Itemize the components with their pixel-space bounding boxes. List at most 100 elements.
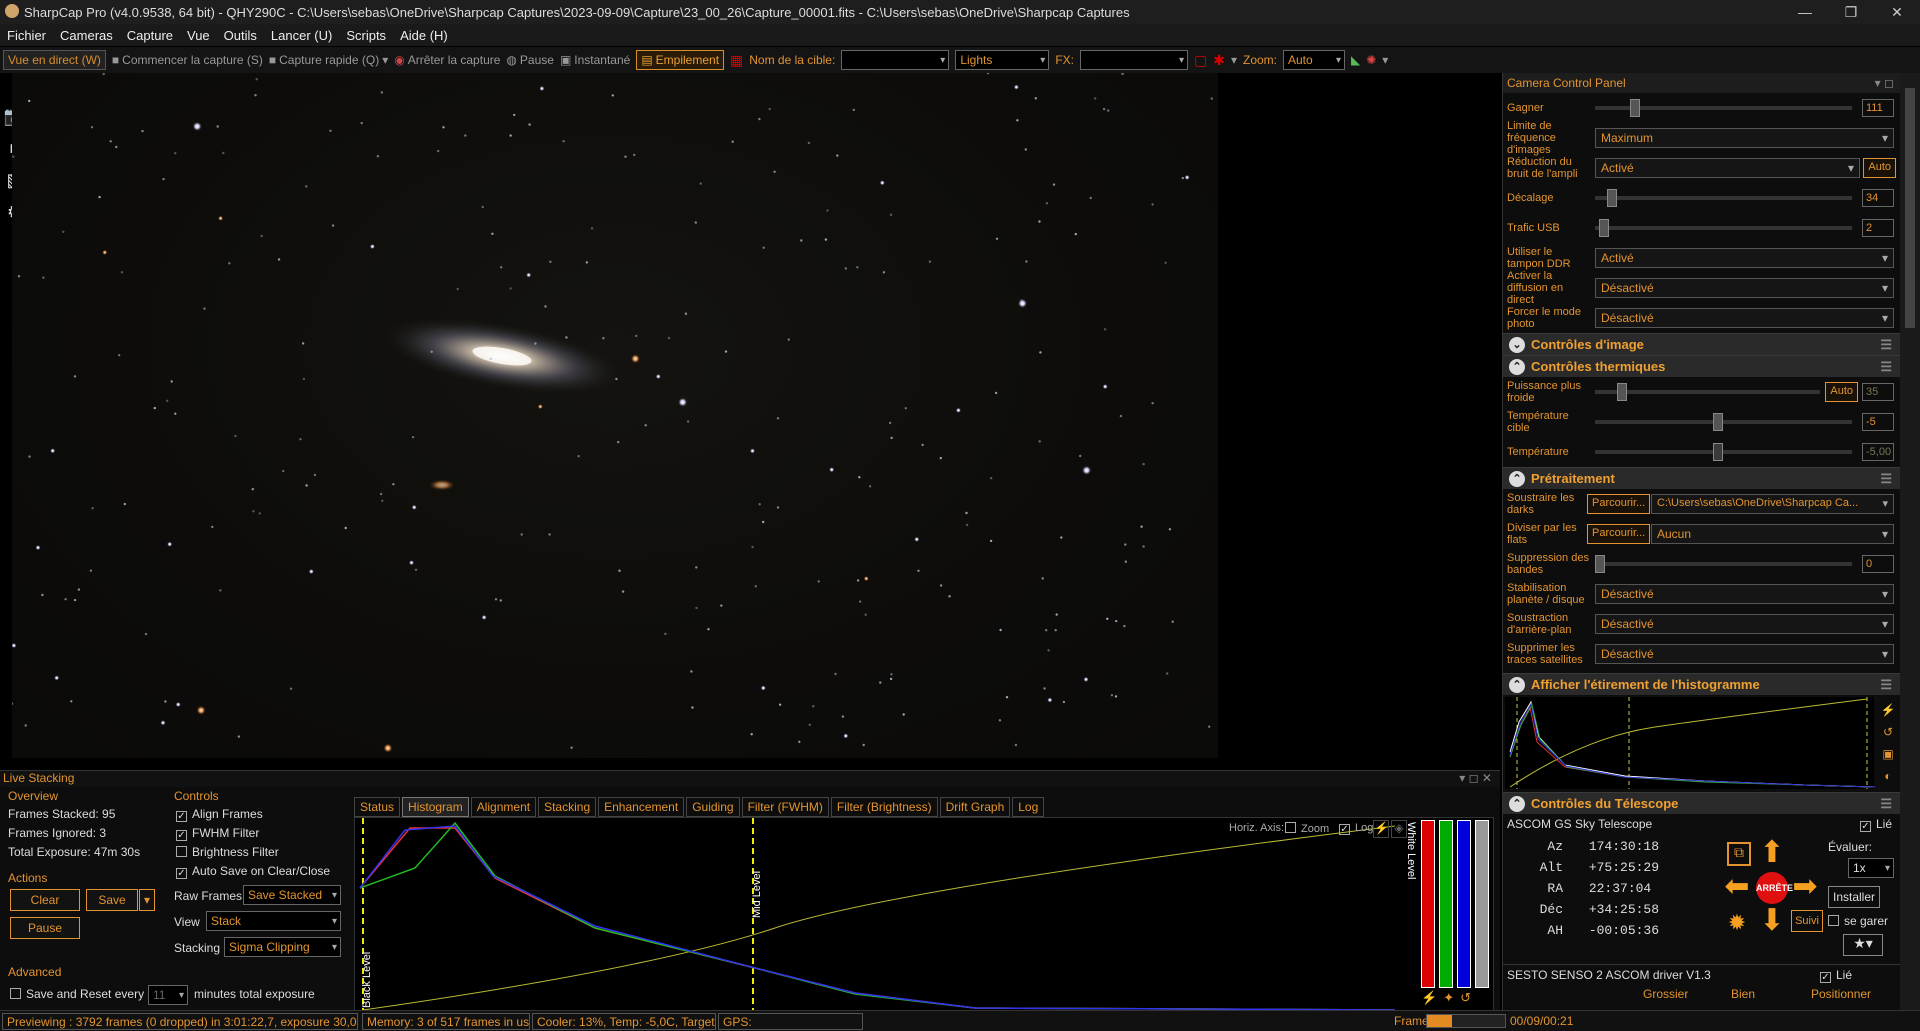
histogram-stretch-header[interactable]: ⌃ Afficher l'étirement de l'histogramme ☰ bbox=[1503, 673, 1900, 695]
chevron-down-icon[interactable]: ⌄ bbox=[1509, 337, 1525, 353]
park-checkbox[interactable] bbox=[1828, 915, 1839, 926]
close-icon[interactable]: ✕ bbox=[1874, 4, 1920, 21]
focuser-linked-checkbox[interactable]: ✓ bbox=[1819, 972, 1831, 983]
sun-icon[interactable]: ✹ bbox=[1723, 910, 1751, 938]
live-stack-button[interactable]: ▤ Empilement bbox=[636, 50, 725, 70]
dropdown-icon[interactable]: ▾ bbox=[1231, 53, 1237, 67]
photo-select[interactable]: Désactivé bbox=[1595, 308, 1894, 328]
contrast-icon[interactable]: ◐ bbox=[1878, 765, 1898, 787]
restore-icon[interactable]: ❐ bbox=[1828, 4, 1874, 21]
tab-status[interactable]: Status bbox=[354, 797, 401, 817]
snapshot-button[interactable]: ▣ Instantané bbox=[560, 53, 630, 67]
menu-vue[interactable]: Vue bbox=[180, 28, 217, 43]
lightning-icon[interactable]: ⚡ bbox=[1373, 820, 1389, 838]
log-toggle[interactable]: ✓ Log bbox=[1339, 822, 1373, 835]
image-controls-header[interactable]: ⌄ Contrôles d'image ☰ bbox=[1503, 333, 1900, 355]
offset-slider[interactable] bbox=[1595, 189, 1852, 207]
start-capture-button[interactable]: ■ Commencer la capture (S) bbox=[112, 53, 263, 67]
reset-icon[interactable]: ↺ bbox=[1878, 721, 1898, 743]
focuser-linked[interactable]: ✓ Lié bbox=[1819, 968, 1852, 983]
darks-select[interactable]: C:\Users\sebas\OneDrive\Sharpcap Ca... bbox=[1651, 494, 1894, 514]
autosave-checkbox[interactable]: ✓ bbox=[176, 868, 187, 879]
settings-icon[interactable]: ✺ bbox=[1366, 53, 1376, 67]
gain-slider[interactable] bbox=[1595, 99, 1852, 117]
view-select[interactable]: Stack bbox=[206, 911, 341, 931]
histogram-icon[interactable]: ◣ bbox=[1351, 53, 1360, 67]
usb-slider[interactable] bbox=[1595, 219, 1852, 237]
flats-browse-button[interactable]: Parcourir... bbox=[1587, 524, 1651, 544]
fps-select[interactable]: Maximum bbox=[1595, 128, 1894, 148]
fwhm-checkbox[interactable]: ✓ bbox=[176, 830, 187, 841]
minimize-icon[interactable]: — bbox=[1782, 4, 1828, 20]
chevron-up-icon[interactable]: ⌃ bbox=[1509, 796, 1525, 812]
panel-scrollbar[interactable] bbox=[1900, 73, 1920, 1010]
tab-stacking[interactable]: Stacking bbox=[538, 797, 597, 817]
stop-capture-button[interactable]: ◉ Arrêter la capture bbox=[394, 53, 500, 67]
hamburger-icon[interactable]: ☰ bbox=[1880, 359, 1892, 375]
tab-histogram[interactable]: Histogram bbox=[402, 797, 469, 817]
frame-icon[interactable]: ▢ bbox=[1194, 52, 1207, 69]
target-name-input[interactable] bbox=[841, 50, 950, 70]
tab-enhancement[interactable]: Enhancement bbox=[598, 797, 685, 817]
hamburger-icon[interactable]: ☰ bbox=[1880, 677, 1892, 693]
offset-knob[interactable] bbox=[1607, 189, 1617, 207]
luminance-level-bar[interactable] bbox=[1475, 820, 1489, 988]
cooler-power-slider[interactable] bbox=[1595, 383, 1820, 401]
menu-capture[interactable]: Capture bbox=[120, 28, 180, 43]
cooler-power-knob[interactable] bbox=[1617, 383, 1627, 401]
telescope-linked[interactable]: ✓ Lié bbox=[1859, 817, 1892, 832]
reset-icon[interactable]: ↺ bbox=[1460, 990, 1471, 1006]
film-icon[interactable]: ▦ bbox=[730, 52, 743, 69]
zoom-checkbox[interactable] bbox=[1285, 822, 1296, 833]
save-icon[interactable]: ▣ bbox=[1878, 743, 1898, 765]
menu-lancer[interactable]: Lancer (U) bbox=[264, 28, 339, 43]
hamburger-icon[interactable]: ☰ bbox=[1880, 796, 1892, 812]
darks-browse-button[interactable]: Parcourir... bbox=[1587, 494, 1651, 514]
arrow-left-icon[interactable]: ⬅ bbox=[1721, 872, 1753, 904]
hamburger-icon[interactable]: ☰ bbox=[1880, 471, 1892, 487]
telescope-controls-header[interactable]: ⌃ Contrôles du Télescope ☰ bbox=[1503, 792, 1900, 814]
goto-icon[interactable]: ⧉ bbox=[1727, 842, 1751, 866]
pause-stacking-button[interactable]: Pause bbox=[10, 917, 80, 939]
stabilization-select[interactable]: Désactivé bbox=[1595, 584, 1894, 604]
align-checkbox[interactable]: ✓ bbox=[176, 811, 187, 822]
blue-level-bar[interactable] bbox=[1457, 820, 1471, 988]
stop-slew-button[interactable]: ARRÊTE bbox=[1756, 872, 1793, 904]
live-view-button[interactable]: Vue en direct (W) bbox=[3, 50, 106, 70]
pin-icon[interactable]: ▾ ◻ bbox=[1875, 76, 1894, 90]
livestream-select[interactable]: Désactivé bbox=[1595, 278, 1894, 298]
target-temp-value[interactable]: -5 bbox=[1862, 413, 1894, 431]
close-icon[interactable]: ▾ ◻ ✕ bbox=[1459, 771, 1492, 785]
hamburger-icon[interactable]: ☰ bbox=[1880, 337, 1892, 353]
clear-button[interactable]: Clear bbox=[10, 889, 80, 911]
histogram-stretch-graph[interactable]: ⚡ ↺ ▣ ◐ bbox=[1505, 697, 1895, 789]
target-temp-knob[interactable] bbox=[1713, 413, 1723, 431]
camera-preview[interactable] bbox=[12, 73, 1218, 758]
brightness-checkbox[interactable] bbox=[176, 846, 187, 857]
level-sliders[interactable] bbox=[1421, 820, 1491, 988]
banding-slider[interactable] bbox=[1595, 555, 1852, 573]
menu-outils[interactable]: Outils bbox=[217, 28, 264, 43]
crosshair-icon[interactable]: ✱ bbox=[1213, 52, 1225, 69]
chevron-up-icon[interactable]: ⌃ bbox=[1509, 359, 1525, 375]
usb-value[interactable]: 2 bbox=[1862, 219, 1894, 237]
chevron-up-icon[interactable]: ⌃ bbox=[1509, 677, 1525, 693]
tab-log[interactable]: Log bbox=[1012, 797, 1045, 817]
tab-drift-graph[interactable]: Drift Graph bbox=[939, 797, 1011, 817]
lightning-icon[interactable]: ⚡ bbox=[1878, 699, 1898, 721]
banding-value[interactable]: 0 bbox=[1862, 555, 1894, 573]
menu-aide[interactable]: Aide (H) bbox=[393, 28, 455, 43]
target-temp-slider[interactable] bbox=[1595, 413, 1852, 431]
tab-guiding[interactable]: Guiding bbox=[686, 797, 740, 817]
offset-value[interactable]: 34 bbox=[1862, 189, 1894, 207]
minutes-input[interactable]: 11 bbox=[148, 985, 188, 1005]
linked-checkbox[interactable]: ✓ bbox=[1859, 821, 1871, 832]
satellite-select[interactable]: Désactivé bbox=[1595, 644, 1894, 664]
stack-histogram[interactable]: Black Level Mid Level Horiz. Axis: Zoom … bbox=[354, 817, 1494, 1012]
log-checkbox[interactable]: ✓ bbox=[1339, 824, 1350, 835]
brightness-filter-toggle[interactable]: Brightness Filter bbox=[176, 845, 279, 859]
lightning-icon[interactable]: ⚡ bbox=[1421, 990, 1437, 1006]
save-dropdown-icon[interactable]: ▾ bbox=[139, 889, 155, 911]
menu-cameras[interactable]: Cameras bbox=[53, 28, 120, 43]
align-frames-toggle[interactable]: ✓ Align Frames bbox=[176, 807, 263, 822]
